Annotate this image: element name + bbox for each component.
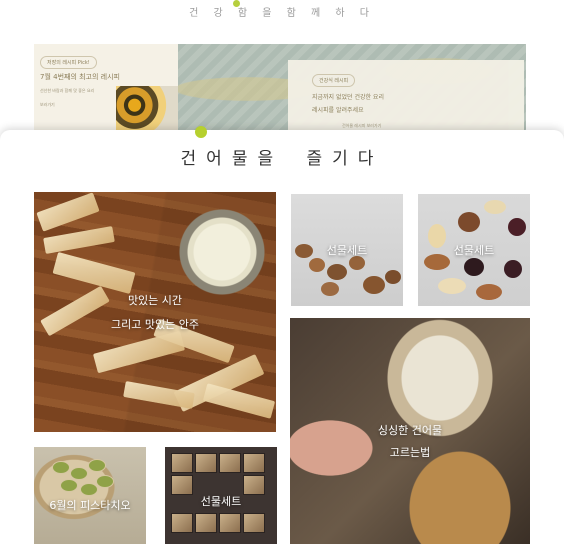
- promo-card-heading: 지금까지 없었던 건강한 요리: [312, 94, 384, 101]
- nut: [508, 218, 526, 236]
- gift-box: [195, 513, 217, 533]
- section-title: 건어물을 즐기다: [180, 149, 384, 169]
- mushroom-caption-line1: 싱싱한 건어물: [377, 424, 443, 437]
- gift-box: [171, 513, 193, 533]
- promo-banner[interactable]: 저장의 레시피 Pick! 7월 4번째의 최고의 레시피 선선한 바람과 함께…: [34, 44, 526, 134]
- promo-card[interactable]: 건강식 레시피 지금까지 없었던 건강한 요리 레시피를 알려주세요 건어물 레…: [288, 60, 524, 134]
- promo-card-subheading: 레시피를 알려주세요: [312, 107, 364, 114]
- pistachio: [88, 459, 106, 472]
- nuts-gift-caption: 선물세트: [326, 244, 368, 257]
- gift-box: [243, 453, 265, 473]
- promo-left-panel: 저장의 레시피 Pick! 7월 4번째의 최고의 레시피 선선한 바람과 함께…: [34, 44, 178, 134]
- nut: [349, 256, 365, 270]
- promo-title: 7월 4번째의 최고의 레시피: [40, 73, 120, 81]
- gift-box: [243, 475, 265, 495]
- promo-food-image: [116, 86, 178, 134]
- header-tagline: 건 강 함 을 함 께 하 다: [189, 8, 375, 19]
- nut: [476, 284, 502, 300]
- tile-dried-fish[interactable]: 맛있는 시간 그리고 맛있는 안주: [34, 192, 276, 432]
- gift-box: [195, 453, 217, 473]
- nut: [464, 258, 484, 276]
- promo-more-link[interactable]: 보러가기: [40, 102, 55, 108]
- nut: [327, 264, 347, 280]
- nut: [309, 258, 325, 272]
- pistachio: [52, 461, 70, 474]
- nut: [321, 282, 339, 296]
- gift-box: [171, 475, 193, 495]
- promo-card-link[interactable]: 건어물 레시피 보러가기: [342, 123, 381, 129]
- dried-fish-caption-line2: 그리고 맛있는 안주: [111, 318, 199, 331]
- mushroom-caption-line2: 고르는법: [389, 446, 431, 459]
- pistachio: [96, 475, 114, 488]
- dried-fish-caption-line1: 맛있는 시간: [127, 294, 183, 307]
- tile-pistachio[interactable]: 6월의 피스타치오: [34, 447, 146, 544]
- promo-badge: 저장의 레시피 Pick!: [40, 56, 97, 69]
- nut: [385, 270, 401, 284]
- nut: [458, 212, 480, 232]
- gift-box: [171, 453, 193, 473]
- accent-dot: [195, 126, 207, 138]
- gift-set-caption: 선물세트: [200, 495, 242, 508]
- tile-dried-mushroom[interactable]: 싱싱한 건어물 고르는법: [290, 318, 530, 544]
- mixed-nuts-gift-caption: 선물세트: [453, 244, 495, 257]
- gift-box: [219, 513, 241, 533]
- pistachio: [60, 479, 78, 492]
- nut: [438, 278, 466, 294]
- nut: [504, 260, 522, 278]
- pistachio-caption: 6월의 피스타치오: [49, 499, 131, 512]
- promo-card-badge: 건강식 레시피: [312, 74, 356, 87]
- nut: [484, 200, 506, 214]
- pistachio: [80, 483, 98, 496]
- pistachio: [70, 467, 88, 480]
- tile-gift-set[interactable]: 선물세트: [165, 447, 277, 544]
- nut: [363, 276, 385, 294]
- tile-nuts-gift-set-1[interactable]: 선물세트: [291, 194, 403, 306]
- gift-box: [243, 513, 265, 533]
- promo-right-panel: 건강식 레시피 지금까지 없었던 건강한 요리 레시피를 알려주세요 건어물 레…: [178, 44, 526, 134]
- gift-box: [219, 453, 241, 473]
- promo-subtitle: 선선한 바람과 함께 맛 좋은 요리: [40, 88, 95, 93]
- tile-nuts-gift-set-2[interactable]: 선물세트: [418, 194, 530, 306]
